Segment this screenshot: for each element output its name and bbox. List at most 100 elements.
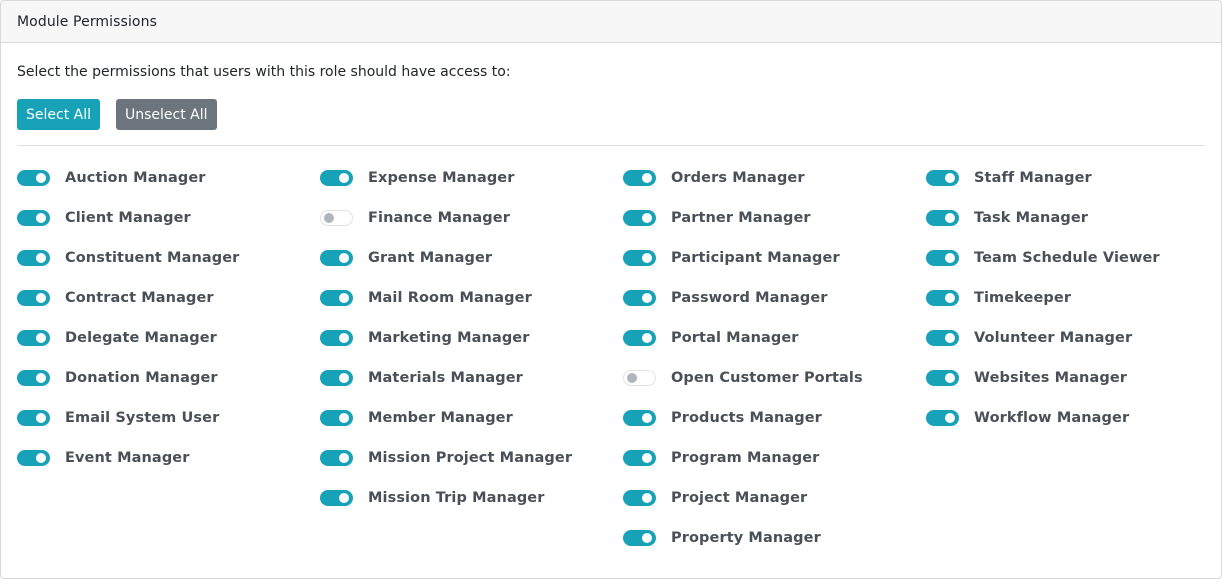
permission-toggle[interactable] — [623, 370, 656, 386]
permission-label[interactable]: Constituent Manager — [65, 250, 239, 266]
permission-toggle[interactable] — [926, 330, 959, 346]
permission-toggle[interactable] — [623, 410, 656, 426]
permission-label[interactable]: Orders Manager — [671, 170, 805, 186]
permission-label[interactable]: Open Customer Portals — [671, 370, 863, 386]
permission-toggle[interactable] — [17, 330, 50, 346]
toggle-knob — [339, 493, 349, 503]
permission-label[interactable]: Materials Manager — [368, 370, 523, 386]
permission-toggle[interactable] — [320, 410, 353, 426]
permission-label[interactable]: Staff Manager — [974, 170, 1092, 186]
permission-toggle[interactable] — [623, 450, 656, 466]
permission-toggle[interactable] — [623, 530, 656, 546]
permission-label[interactable]: Delegate Manager — [65, 330, 217, 346]
permission-toggle[interactable] — [926, 290, 959, 306]
toggle-knob — [642, 533, 652, 543]
permission-label[interactable]: Volunteer Manager — [974, 330, 1132, 346]
permission-label[interactable]: Portal Manager — [671, 330, 799, 346]
permission-label[interactable]: Auction Manager — [65, 170, 206, 186]
card-title: Module Permissions — [17, 13, 157, 30]
divider — [17, 145, 1205, 146]
toggle-knob — [642, 293, 652, 303]
permission-item: Websites Manager — [926, 358, 1160, 398]
permission-column: Auction Manager Client Manager Constituent… — [17, 158, 239, 478]
toggle-knob — [642, 253, 652, 263]
permission-toggle[interactable] — [320, 370, 353, 386]
permission-item: Program Manager — [623, 438, 863, 478]
permission-item: Password Manager — [623, 278, 863, 318]
permission-toggle[interactable] — [17, 170, 50, 186]
permission-label[interactable]: Project Manager — [671, 490, 807, 506]
permission-toggle[interactable] — [623, 490, 656, 506]
permission-label[interactable]: Event Manager — [65, 450, 189, 466]
permission-label[interactable]: Timekeeper — [974, 290, 1071, 306]
permission-toggle[interactable] — [926, 170, 959, 186]
toggle-knob — [36, 293, 46, 303]
permission-label[interactable]: Mail Room Manager — [368, 290, 532, 306]
permission-toggle[interactable] — [623, 250, 656, 266]
permission-toggle[interactable] — [320, 210, 353, 226]
permission-toggle[interactable] — [623, 210, 656, 226]
toggle-knob — [339, 253, 349, 263]
permission-label[interactable]: Contract Manager — [65, 290, 214, 306]
permission-item: Project Manager — [623, 478, 863, 518]
permission-toggle[interactable] — [926, 410, 959, 426]
card-body: Select the permissions that users with t… — [1, 43, 1221, 558]
permission-label[interactable]: Donation Manager — [65, 370, 218, 386]
permission-item: Mission Project Manager — [320, 438, 572, 478]
permission-label[interactable]: Program Manager — [671, 450, 819, 466]
permission-label[interactable]: Grant Manager — [368, 250, 492, 266]
module-permissions-card: Module Permissions Select the permission… — [0, 0, 1222, 579]
permission-toggle[interactable] — [17, 250, 50, 266]
permission-toggle[interactable] — [623, 170, 656, 186]
permission-toggle[interactable] — [926, 370, 959, 386]
permission-label[interactable]: Workflow Manager — [974, 410, 1129, 426]
permission-label[interactable]: Client Manager — [65, 210, 191, 226]
permission-label[interactable]: Finance Manager — [368, 210, 510, 226]
permission-label[interactable]: Task Manager — [974, 210, 1088, 226]
permission-item: Client Manager — [17, 198, 239, 238]
permission-label[interactable]: Products Manager — [671, 410, 822, 426]
permission-toggle[interactable] — [320, 450, 353, 466]
permission-toggle[interactable] — [320, 170, 353, 186]
permission-toggle[interactable] — [320, 330, 353, 346]
permission-label[interactable]: Expense Manager — [368, 170, 515, 186]
permission-toggle[interactable] — [926, 250, 959, 266]
select-all-button[interactable]: Select All — [17, 99, 100, 130]
toggle-knob — [945, 253, 955, 263]
permission-columns: Auction Manager Client Manager Constituent… — [17, 158, 1205, 558]
permission-item: Delegate Manager — [17, 318, 239, 358]
permission-toggle[interactable] — [926, 210, 959, 226]
toggle-knob — [339, 173, 349, 183]
permission-label[interactable]: Property Manager — [671, 530, 821, 546]
permission-label[interactable]: Email System User — [65, 410, 219, 426]
permission-label[interactable]: Password Manager — [671, 290, 828, 306]
permission-item: Task Manager — [926, 198, 1160, 238]
permission-label[interactable]: Member Manager — [368, 410, 513, 426]
permission-toggle[interactable] — [623, 330, 656, 346]
toggle-knob — [642, 413, 652, 423]
permission-toggle[interactable] — [17, 370, 50, 386]
permission-item: Auction Manager — [17, 158, 239, 198]
permission-item: Event Manager — [17, 438, 239, 478]
permission-label[interactable]: Marketing Manager — [368, 330, 530, 346]
permission-toggle[interactable] — [17, 450, 50, 466]
permission-label[interactable]: Participant Manager — [671, 250, 840, 266]
permission-toggle[interactable] — [17, 410, 50, 426]
permission-item: Donation Manager — [17, 358, 239, 398]
permission-toggle[interactable] — [320, 490, 353, 506]
permission-toggle[interactable] — [623, 290, 656, 306]
permission-item: Contract Manager — [17, 278, 239, 318]
permission-label[interactable]: Team Schedule Viewer — [974, 250, 1160, 266]
card-header: Module Permissions — [1, 1, 1221, 43]
permission-toggle[interactable] — [320, 290, 353, 306]
permission-toggle[interactable] — [17, 290, 50, 306]
permission-toggle[interactable] — [320, 250, 353, 266]
permission-label[interactable]: Mission Trip Manager — [368, 490, 545, 506]
permission-label[interactable]: Mission Project Manager — [368, 450, 572, 466]
permission-label[interactable]: Partner Manager — [671, 210, 811, 226]
permission-toggle[interactable] — [17, 210, 50, 226]
permission-label[interactable]: Websites Manager — [974, 370, 1127, 386]
permission-item: Expense Manager — [320, 158, 572, 198]
permission-item: Orders Manager — [623, 158, 863, 198]
unselect-all-button[interactable]: Unselect All — [116, 99, 217, 130]
